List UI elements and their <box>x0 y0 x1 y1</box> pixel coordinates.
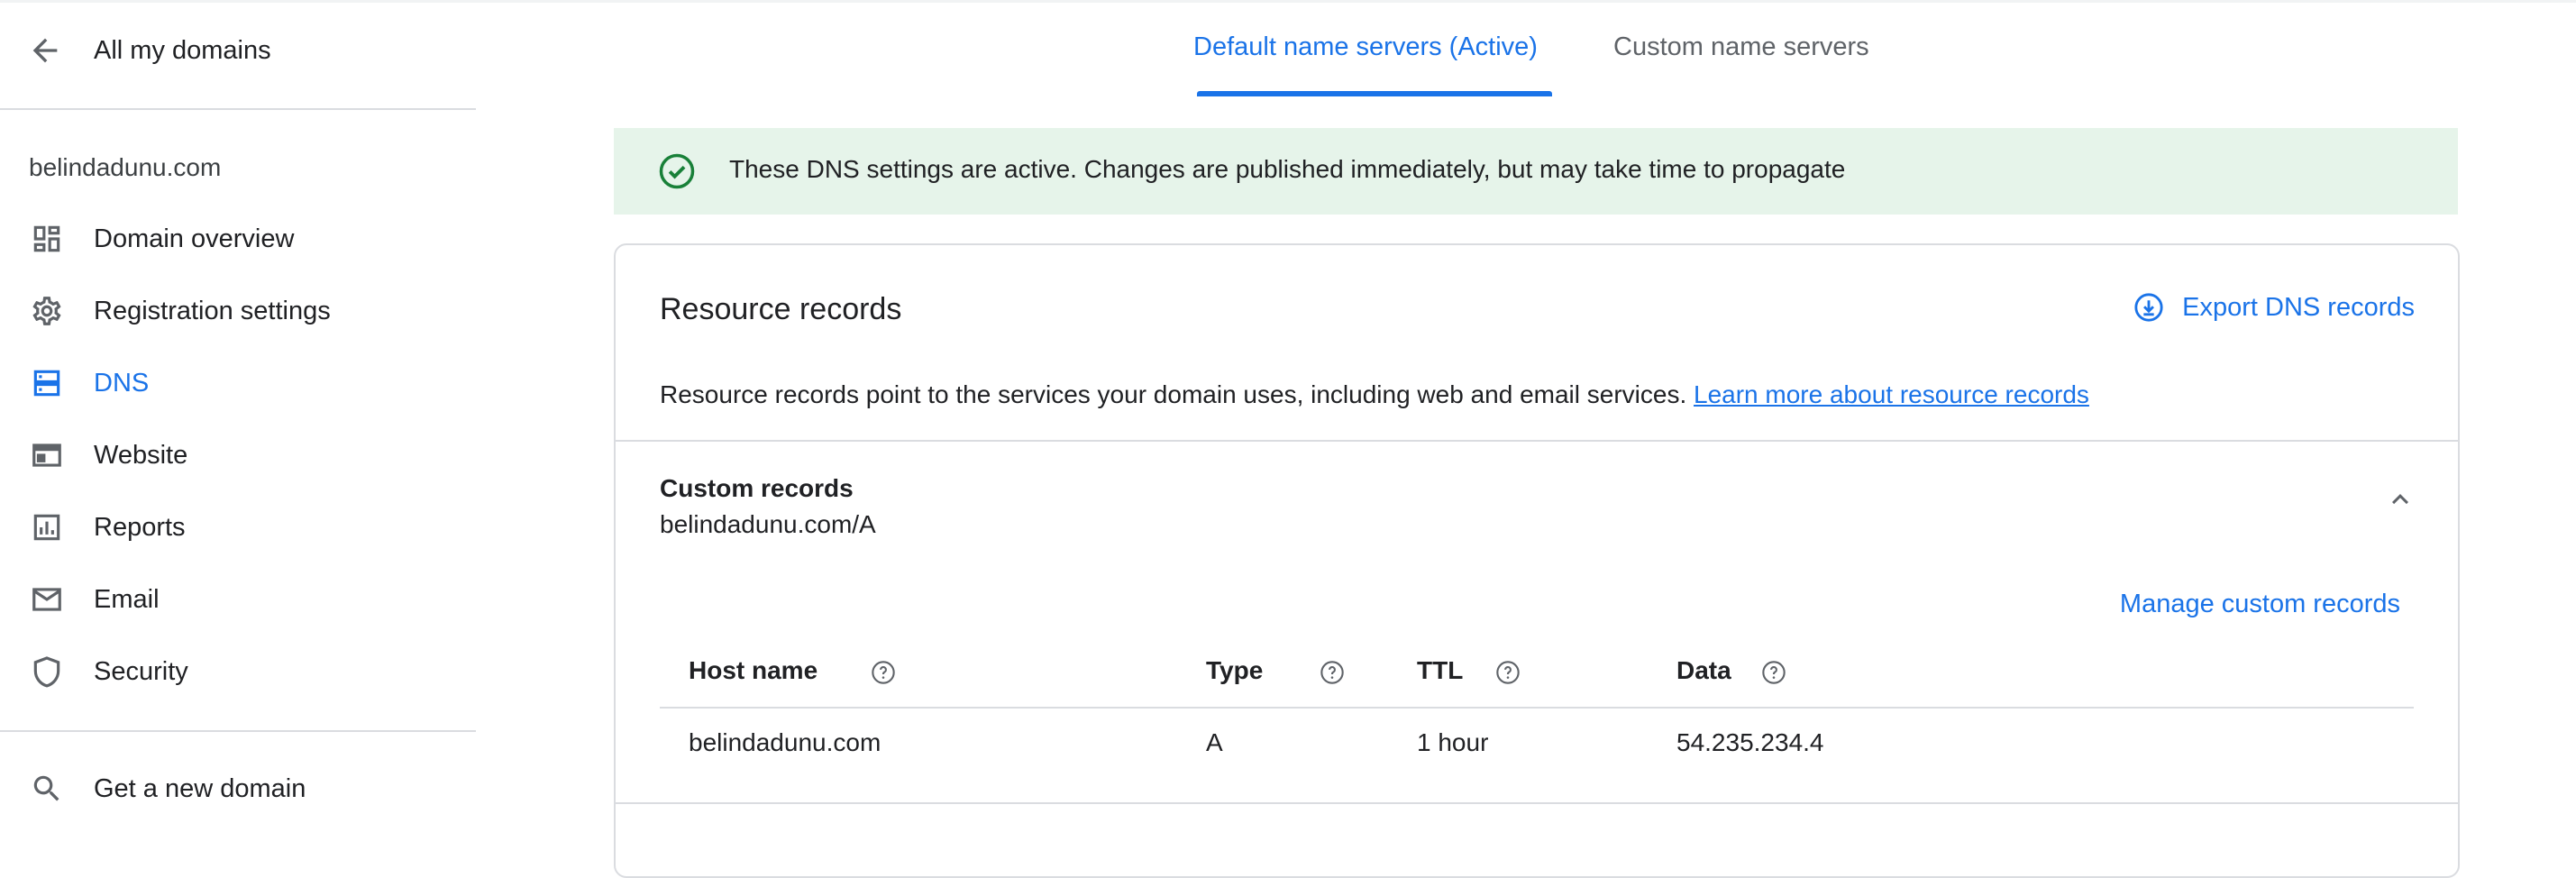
custom-records-title: Custom records <box>660 474 854 502</box>
description-text: Resource records point to the services y… <box>660 380 1687 408</box>
dns-active-banner: These DNS settings are active. Changes a… <box>614 128 2458 215</box>
card-divider <box>616 440 2458 442</box>
bar-chart-icon <box>29 509 65 545</box>
search-icon <box>29 771 65 807</box>
domain-name: belindadunu.com <box>29 153 222 181</box>
section-divider <box>616 802 2458 804</box>
gear-icon <box>29 293 65 329</box>
column-header-ttl: TTL <box>1417 656 1464 684</box>
sidebar-divider <box>0 730 476 732</box>
column-header-host-name: Host name <box>689 656 818 684</box>
cell-type: A <box>1206 728 1223 756</box>
sidebar-item-registration-settings[interactable]: Registration settings <box>29 284 331 338</box>
export-dns-records-button[interactable]: Export DNS records <box>2133 292 2415 323</box>
mail-icon <box>29 581 65 617</box>
custom-records-subtitle: belindadunu.com/A <box>660 510 876 538</box>
sidebar-item-label: Email <box>94 584 160 614</box>
shield-icon <box>29 654 65 690</box>
sidebar-divider <box>0 108 476 110</box>
sidebar-item-label: Website <box>94 440 188 470</box>
resource-records-title: Resource records <box>660 292 902 326</box>
column-header-data: Data <box>1676 656 1731 684</box>
cell-host-name: belindadunu.com <box>689 728 882 756</box>
resource-records-description: Resource records point to the services y… <box>660 380 2089 409</box>
sidebar-item-label: Domain overview <box>94 224 295 253</box>
manage-custom-records-button[interactable]: Manage custom records <box>2120 590 2400 619</box>
help-icon[interactable] <box>1320 660 1345 685</box>
download-icon <box>2134 293 2163 322</box>
help-icon[interactable] <box>1495 660 1521 685</box>
sidebar-item-website[interactable]: Website <box>29 428 187 482</box>
check-circle-icon <box>659 153 695 189</box>
help-icon[interactable] <box>871 660 896 685</box>
chevron-up-icon <box>2392 494 2408 505</box>
active-tab-indicator <box>1197 91 1552 96</box>
back-label: All my domains <box>94 35 271 65</box>
back-to-all-domains[interactable]: All my domains <box>27 23 271 78</box>
tab-custom-name-servers[interactable]: Custom name servers <box>1613 32 1869 62</box>
sidebar: All my domains belindadunu.com Domain ov… <box>0 0 476 837</box>
collapse-custom-records-button[interactable] <box>2382 481 2418 517</box>
dns-icon <box>29 365 65 401</box>
sidebar-item-domain-overview[interactable]: Domain overview <box>29 212 294 266</box>
sidebar-item-label: Reports <box>94 512 186 542</box>
cell-ttl: 1 hour <box>1417 728 1489 756</box>
export-label: Export DNS records <box>2182 292 2415 322</box>
column-header-type: Type <box>1206 656 1264 684</box>
sidebar-item-dns[interactable]: DNS <box>29 356 149 410</box>
get-new-domain-label: Get a new domain <box>94 773 306 803</box>
sidebar-item-reports[interactable]: Reports <box>29 500 186 554</box>
dashboard-icon <box>29 221 65 257</box>
table-header-divider <box>660 707 2414 709</box>
tab-default-name-servers[interactable]: Default name servers (Active) <box>1193 32 1538 62</box>
sidebar-item-label: DNS <box>94 368 150 398</box>
web-icon <box>29 437 65 473</box>
sidebar-item-email[interactable]: Email <box>29 572 160 626</box>
resource-records-card: Resource records Export DNS records Reso… <box>614 243 2460 878</box>
get-new-domain-link[interactable]: Get a new domain <box>29 762 306 816</box>
banner-text: These DNS settings are active. Changes a… <box>729 155 1846 183</box>
cell-data: 54.235.234.4 <box>1676 728 1824 756</box>
sidebar-item-label: Registration settings <box>94 296 331 325</box>
help-icon[interactable] <box>1761 660 1786 685</box>
sidebar-item-label: Security <box>94 656 188 686</box>
arrow-back-icon <box>32 38 58 63</box>
sidebar-item-security[interactable]: Security <box>29 645 188 699</box>
learn-more-link[interactable]: Learn more about resource records <box>1694 380 2089 408</box>
